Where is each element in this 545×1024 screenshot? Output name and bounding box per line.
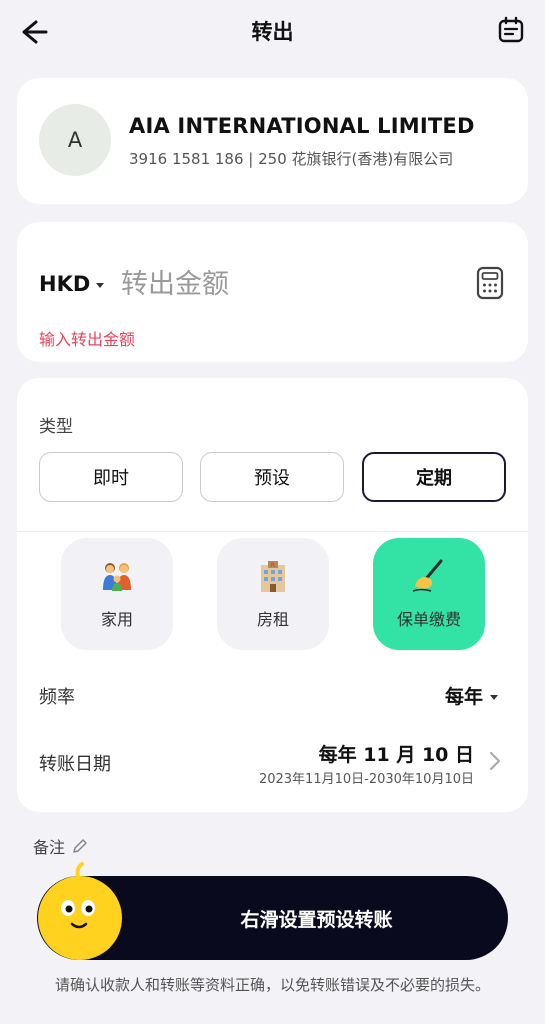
category-label: 保单缴费 (396, 610, 461, 629)
family-icon (103, 563, 131, 591)
amount-card: HKD 输入转出金额 (17, 222, 528, 362)
category-label: 房租 (256, 610, 289, 629)
avatar: A (39, 104, 111, 176)
payee-card[interactable]: A AIA INTERNATIONAL LIMITED 3916 1581 18… (17, 78, 528, 204)
building-icon: R (261, 561, 285, 592)
type-option-recurring[interactable]: 定期 (362, 452, 506, 502)
page-title: 转出 (251, 20, 294, 44)
category-household[interactable]: 家用 (61, 538, 173, 650)
type-label: 类型 (39, 417, 73, 437)
frequency-selector[interactable]: 每年 (445, 682, 498, 709)
type-option-instant[interactable]: 即时 (39, 452, 183, 502)
caret-down-icon (96, 283, 105, 288)
frequency-label: 频率 (39, 687, 75, 708)
payee-account: 3916 1581 186 | 250 花旗银行(香港)有限公司 (129, 150, 454, 168)
category-insurance-premium[interactable]: 保单缴费 (373, 538, 485, 650)
amount-input[interactable] (121, 262, 451, 306)
calculator-icon[interactable] (476, 266, 504, 300)
writing-hand-icon (412, 559, 443, 592)
note-label: 备注 (33, 838, 66, 857)
transfer-date-range: 2023年11月10日-2030年10月10日 (258, 772, 474, 787)
disclaimer-text: 请确认收款人和转账等资料正确，以免转账错误及不必要的损失。 (54, 976, 490, 994)
amount-error: 输入转出金额 (39, 330, 136, 349)
transfer-date-label: 转账日期 (39, 754, 111, 775)
note-field[interactable]: 备注 (33, 834, 89, 858)
category-label: 家用 (100, 610, 133, 629)
frequency-value: 每年 (444, 686, 483, 708)
transfer-date-value[interactable]: 每年 11 月 10 日 (319, 740, 474, 767)
currency-code: HKD (39, 272, 91, 296)
pencil-icon (73, 839, 87, 853)
payee-name: AIA INTERNATIONAL LIMITED (129, 114, 475, 138)
divider (17, 531, 528, 532)
calendar-icon[interactable] (495, 14, 527, 46)
transfer-settings-card: 类型 即时 预设 定期 家用 R 房租 保单缴费 频率 每年 转账日期 每年 1… (17, 378, 528, 812)
chevron-right-icon[interactable] (488, 750, 502, 772)
currency-selector[interactable]: HKD (39, 272, 105, 296)
smiley-knob-icon[interactable] (36, 860, 124, 960)
svg-text:R: R (271, 562, 275, 569)
type-option-scheduled[interactable]: 预设 (200, 452, 344, 502)
caret-down-icon (490, 694, 498, 700)
category-rent[interactable]: R 房租 (217, 538, 329, 650)
slider-label: 右滑设置预设转账 (240, 908, 393, 931)
top-bar: 转出 (0, 0, 545, 62)
